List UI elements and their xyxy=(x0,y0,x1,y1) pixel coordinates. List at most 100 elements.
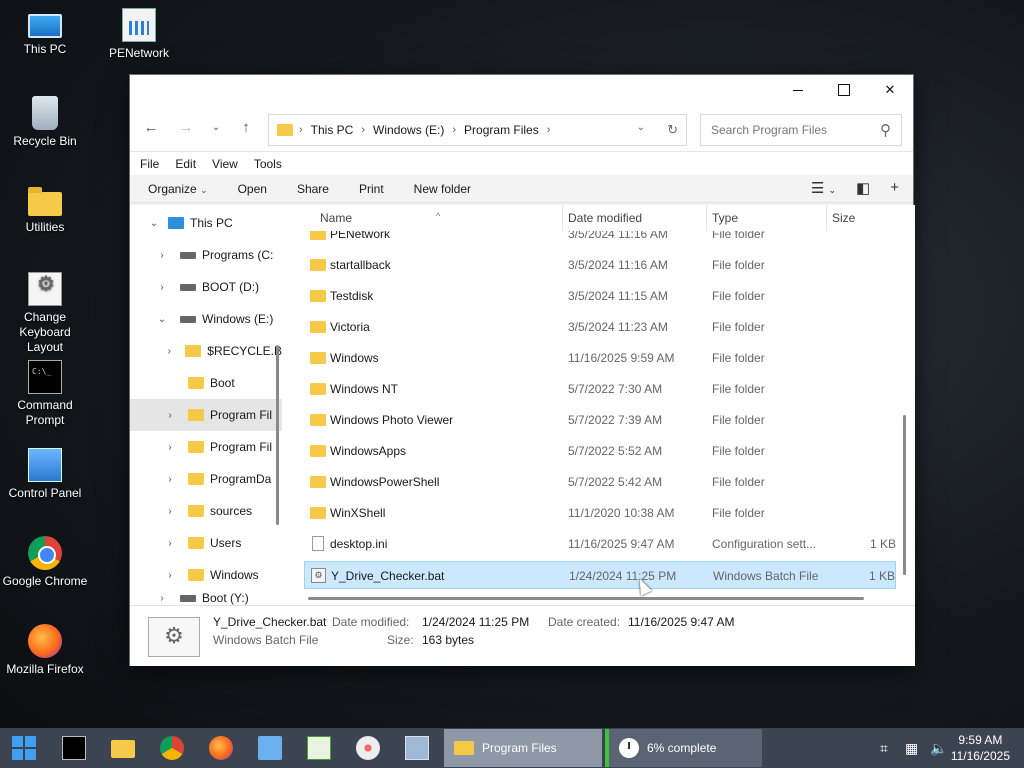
file-row[interactable]: Victoria 3/5/2024 11:23 AM File folder xyxy=(304,313,896,341)
add-icon[interactable]: + xyxy=(890,179,899,197)
file-name: WinXShell xyxy=(330,506,386,520)
taskbar-clock[interactable]: 9:59 AM 11/16/2025 xyxy=(951,732,1010,764)
taskbar-firefox-icon[interactable] xyxy=(209,736,233,760)
breadcrumb-windows-e[interactable]: Windows (E:) xyxy=(373,123,444,137)
column-type[interactable]: Type xyxy=(712,211,738,225)
search-input[interactable]: Search Program Files ⚲ xyxy=(700,114,902,146)
menu-edit[interactable]: Edit xyxy=(175,157,196,171)
details-modified-value: 1/24/2024 11:25 PM xyxy=(422,615,530,629)
chevron-right-icon: › xyxy=(160,592,164,604)
desktop-icon-command-prompt[interactable]: Command Prompt xyxy=(0,360,90,428)
tree-item-sources[interactable]: › sources xyxy=(130,495,282,527)
file-date-modified: 5/7/2022 7:39 AM xyxy=(568,413,663,427)
column-date-modified[interactable]: Date modified xyxy=(568,211,642,225)
print-button[interactable]: Print xyxy=(359,182,384,196)
file-row[interactable]: startallback 3/5/2024 11:16 AM File folder xyxy=(304,251,896,279)
column-name[interactable]: Name xyxy=(320,211,352,225)
tray-network-icon[interactable]: ⌗ xyxy=(880,740,888,757)
open-button[interactable]: Open xyxy=(238,182,267,196)
taskbar-task-progress[interactable]: 6% complete xyxy=(605,729,762,767)
taskbar-file-explorer-icon[interactable] xyxy=(111,740,135,758)
back-arrow-icon[interactable]: ← xyxy=(139,117,163,139)
taskbar-spreadsheet-icon[interactable] xyxy=(307,736,331,760)
tree-item-program-files[interactable]: › Program Fil xyxy=(130,399,282,431)
desktop-icon-control-panel[interactable]: Control Panel xyxy=(0,448,90,501)
folder-icon xyxy=(310,507,326,519)
details-filetype: Windows Batch File xyxy=(213,633,319,647)
file-row[interactable]: WinXShell 11/1/2020 10:38 AM File folder xyxy=(304,499,896,527)
sort-ascending-icon: ^ xyxy=(436,211,441,221)
desktop-icon-mozilla-firefox[interactable]: Mozilla Firefox xyxy=(0,624,90,677)
file-list-vertical-scrollbar[interactable] xyxy=(903,415,906,575)
tray-display-icon[interactable]: ▦ xyxy=(905,740,918,757)
desktop-icon-penetwork[interactable]: PENetwork xyxy=(94,8,184,61)
file-list-horizontal-scrollbar[interactable] xyxy=(308,597,864,600)
taskbar-task-program-files[interactable]: Program Files xyxy=(444,729,602,767)
file-row[interactable]: WindowsApps 5/7/2022 5:52 AM File folder xyxy=(304,437,896,465)
organize-button[interactable]: Organize ⌄ xyxy=(148,182,208,196)
view-options-icon[interactable]: ☰ ⌄ xyxy=(811,179,836,197)
file-row[interactable]: ⚙ Y_Drive_Checker.bat 1/24/2024 11:25 PM Wi… xyxy=(304,561,896,589)
tree-scrollbar[interactable] xyxy=(276,345,279,525)
file-name: desktop.ini xyxy=(330,537,388,551)
maximize-button[interactable] xyxy=(821,75,867,105)
file-name: Victoria xyxy=(330,320,370,334)
forward-arrow-icon[interactable]: → xyxy=(174,117,198,139)
up-arrow-icon[interactable]: ↑ xyxy=(234,117,258,139)
refresh-icon[interactable]: ↻ xyxy=(667,122,678,138)
desktop-icon-google-chrome[interactable]: Google Chrome xyxy=(0,536,90,589)
tree-item-recycle-bin-folder[interactable]: › $RECYCLE.B xyxy=(130,335,282,367)
title-bar[interactable] xyxy=(130,75,913,105)
close-button[interactable] xyxy=(867,75,913,105)
menu-tools[interactable]: Tools xyxy=(254,157,282,171)
tree-item-boot[interactable]: Boot xyxy=(130,367,282,399)
menu-file[interactable]: File xyxy=(140,157,159,171)
file-row[interactable]: WindowsPowerShell 5/7/2022 5:42 AM File fo… xyxy=(304,468,896,496)
tray-volume-icon[interactable]: 🔈 xyxy=(930,740,947,757)
tree-item-boot-y[interactable]: › Boot (Y:) xyxy=(130,591,282,605)
new-folder-button[interactable]: New folder xyxy=(414,182,471,196)
address-bar[interactable]: › This PC › Windows (E:) › Program Files… xyxy=(268,114,687,146)
preview-pane-icon[interactable]: ◧ xyxy=(856,179,870,197)
taskbar-chrome-icon[interactable] xyxy=(160,736,184,760)
taskbar-notepad-icon[interactable] xyxy=(258,736,282,760)
file-row[interactable]: desktop.ini 11/16/2025 9:47 AM Configurati… xyxy=(304,530,896,558)
share-button[interactable]: Share xyxy=(297,182,329,196)
settings-file-icon xyxy=(312,536,324,551)
file-row[interactable]: Windows Photo Viewer 5/7/2022 7:39 AM File… xyxy=(304,406,896,434)
tree-item-programdata[interactable]: › ProgramDa xyxy=(130,463,282,495)
file-row[interactable]: Windows 11/16/2025 9:59 AM File folder xyxy=(304,344,896,372)
recent-locations-chevron-icon[interactable]: ⌄ xyxy=(204,117,228,139)
tree-item-program-files-x86[interactable]: › Program Fil xyxy=(130,431,282,463)
address-dropdown-chevron-icon[interactable]: ⌄ xyxy=(637,122,645,138)
file-name: WindowsPowerShell xyxy=(330,475,440,489)
tree-item-users[interactable]: › Users xyxy=(130,527,282,559)
tree-item-programs-c[interactable]: › Programs (C: xyxy=(130,239,282,271)
desktop-icon-recycle-bin[interactable]: Recycle Bin xyxy=(0,96,90,149)
clock-icon xyxy=(619,738,639,758)
taskbar-calculator-icon[interactable] xyxy=(405,736,429,760)
folder-icon xyxy=(188,569,204,581)
folder-icon xyxy=(188,377,204,389)
file-type: File folder xyxy=(712,413,765,427)
tree-item-boot-d[interactable]: › BOOT (D:) xyxy=(130,271,282,303)
minimize-button[interactable] xyxy=(775,75,821,105)
file-row[interactable]: Windows NT 5/7/2022 7:30 AM File folder xyxy=(304,375,896,403)
details-modified-label: Date modified: xyxy=(332,615,410,629)
file-row[interactable]: Testdisk 3/5/2024 11:15 AM File folder xyxy=(304,282,896,310)
tree-item-windows[interactable]: › Windows xyxy=(130,559,282,591)
tree-item-this-pc[interactable]: ⌄ This PC xyxy=(130,207,282,239)
breadcrumb-this-pc[interactable]: This PC xyxy=(311,123,354,137)
breadcrumb-program-files[interactable]: Program Files xyxy=(464,123,539,137)
desktop-icon-this-pc[interactable]: This PC xyxy=(0,8,90,57)
taskbar-command-prompt-icon[interactable] xyxy=(62,736,86,760)
tree-item-windows-e[interactable]: ⌄ Windows (E:) xyxy=(130,303,282,335)
details-size-label: Size: xyxy=(387,633,414,647)
desktop-icon-utilities[interactable]: Utilities xyxy=(0,184,90,235)
column-size[interactable]: Size xyxy=(832,211,855,225)
menu-view[interactable]: View xyxy=(212,157,238,171)
desktop-icon-change-keyboard-layout[interactable]: Change Keyboard Layout xyxy=(0,272,90,355)
start-button-windows-icon[interactable] xyxy=(12,736,36,760)
folder-icon xyxy=(310,414,326,426)
taskbar-paint-icon[interactable] xyxy=(356,736,380,760)
